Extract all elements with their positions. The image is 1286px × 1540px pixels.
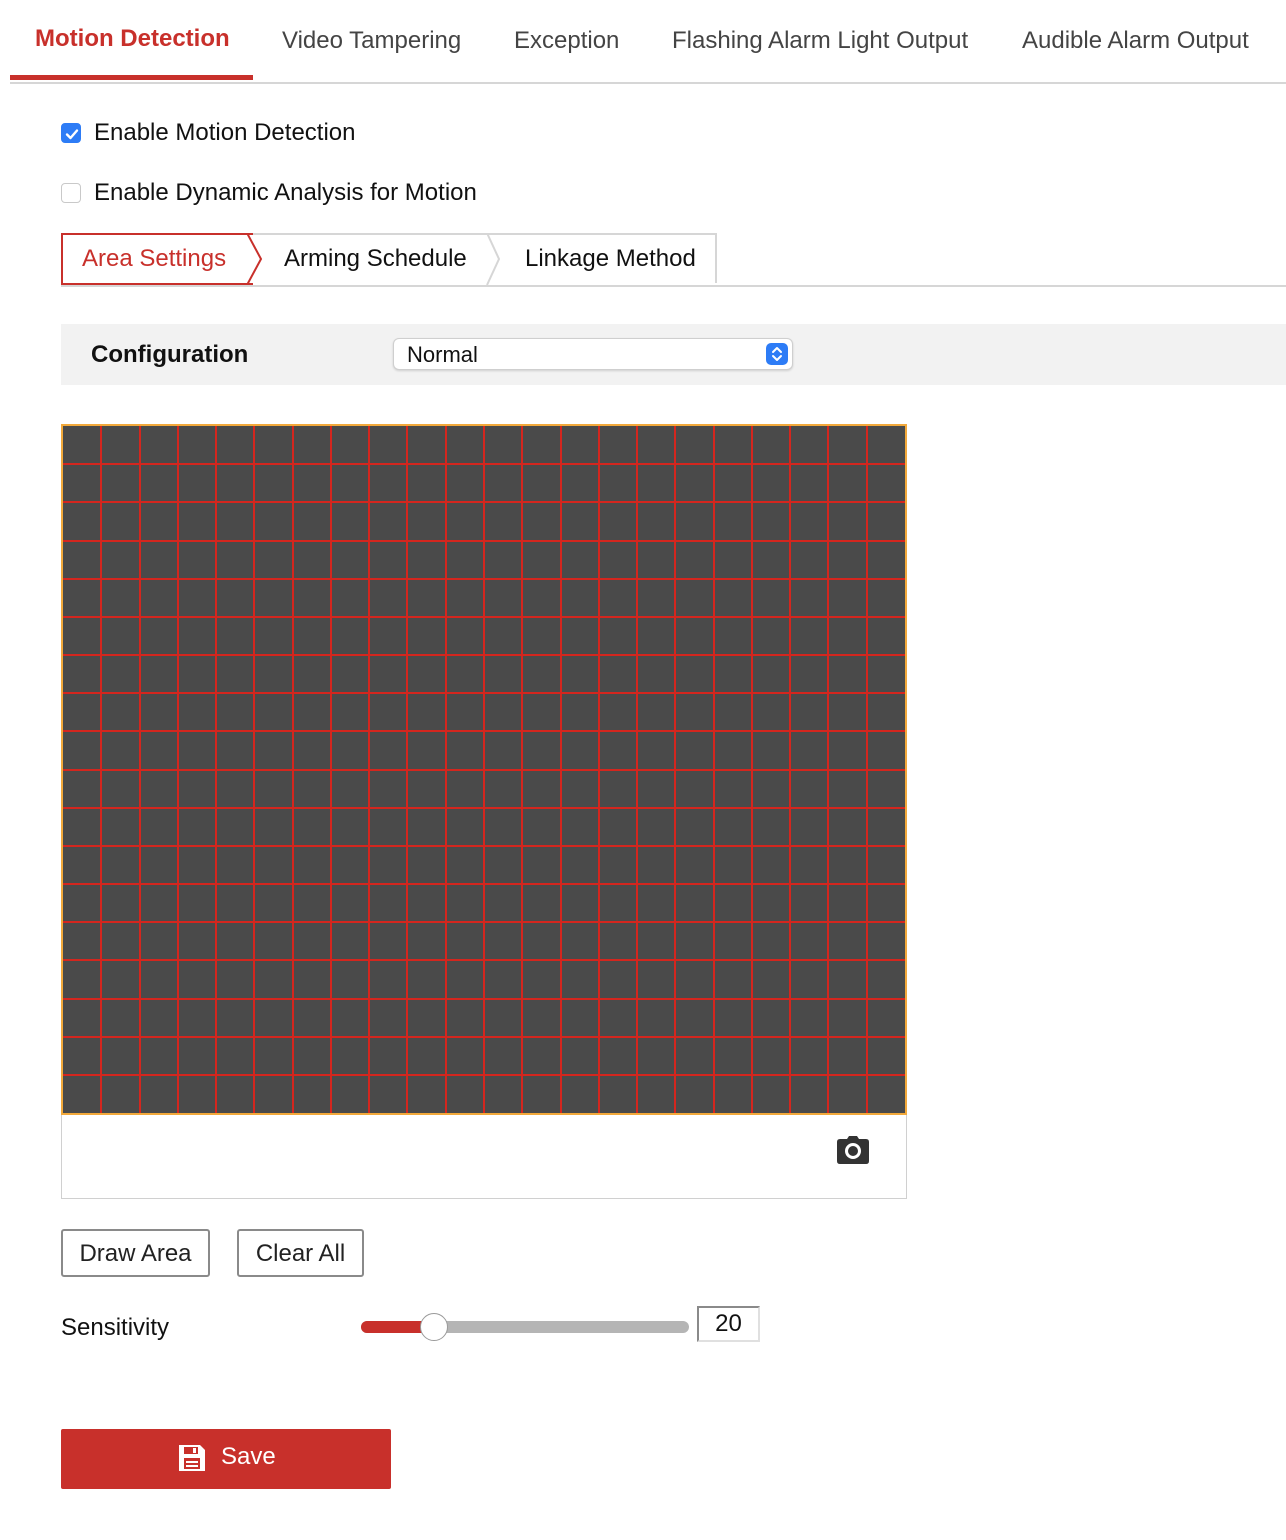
tab-linkage-method[interactable]: Linkage Method: [525, 233, 696, 285]
motion-grid-lines: [63, 426, 905, 1113]
tab-video-tampering[interactable]: Video Tampering: [282, 0, 461, 82]
sensitivity-slider-thumb[interactable]: [420, 1313, 448, 1341]
enable-motion-detection-checkbox[interactable]: [61, 123, 81, 143]
active-tab-chevron-icon: [246, 233, 263, 285]
top-tab-bar: Motion Detection Video Tampering Excepti…: [10, 0, 1286, 84]
camera-icon[interactable]: [836, 1135, 870, 1165]
tab-arming-schedule[interactable]: Arming Schedule: [284, 233, 467, 285]
enable-dynamic-analysis-checkbox[interactable]: [61, 183, 81, 203]
video-toolbar: [61, 1115, 907, 1199]
enable-dynamic-analysis-label: Enable Dynamic Analysis for Motion: [94, 179, 477, 206]
sub-tab-bar: Area Settings Arming Schedule Linkage Me…: [61, 233, 1286, 287]
checkmark-icon: [65, 129, 79, 140]
tab-audible-alarm-output[interactable]: Audible Alarm Output: [1022, 0, 1249, 82]
motion-detection-page: Motion Detection Video Tampering Excepti…: [0, 0, 1286, 1540]
enable-motion-detection-label: Enable Motion Detection: [94, 119, 356, 146]
save-label: Save: [221, 1443, 276, 1470]
sensitivity-slider[interactable]: [361, 1313, 689, 1341]
sensitivity-value-input[interactable]: 20: [697, 1306, 760, 1342]
sensitivity-label: Sensitivity: [61, 1314, 170, 1341]
configuration-select[interactable]: Normal: [393, 338, 793, 370]
active-tab-underline: [10, 75, 253, 80]
enable-motion-detection-row[interactable]: Enable Motion Detection: [61, 118, 356, 148]
save-icon: [179, 1445, 205, 1471]
configuration-row: Configuration Normal: [61, 324, 1286, 385]
configuration-label: Configuration: [91, 341, 249, 368]
configuration-select-value: Normal: [407, 342, 478, 367]
clear-all-button[interactable]: Clear All: [237, 1229, 364, 1277]
tab-separator-chevron-icon: [486, 233, 501, 285]
select-updown-arrow-icon: [766, 343, 788, 365]
tab-motion-detection[interactable]: Motion Detection: [35, 0, 230, 82]
draw-area-button[interactable]: Draw Area: [61, 1229, 210, 1277]
motion-area-grid[interactable]: [61, 424, 907, 1115]
tab-flashing-alarm-light-output[interactable]: Flashing Alarm Light Output: [672, 0, 968, 82]
enable-dynamic-analysis-row[interactable]: Enable Dynamic Analysis for Motion: [61, 178, 477, 208]
save-button[interactable]: Save: [61, 1429, 391, 1489]
tab-area-settings[interactable]: Area Settings: [82, 233, 226, 285]
tab-exception[interactable]: Exception: [514, 0, 619, 82]
